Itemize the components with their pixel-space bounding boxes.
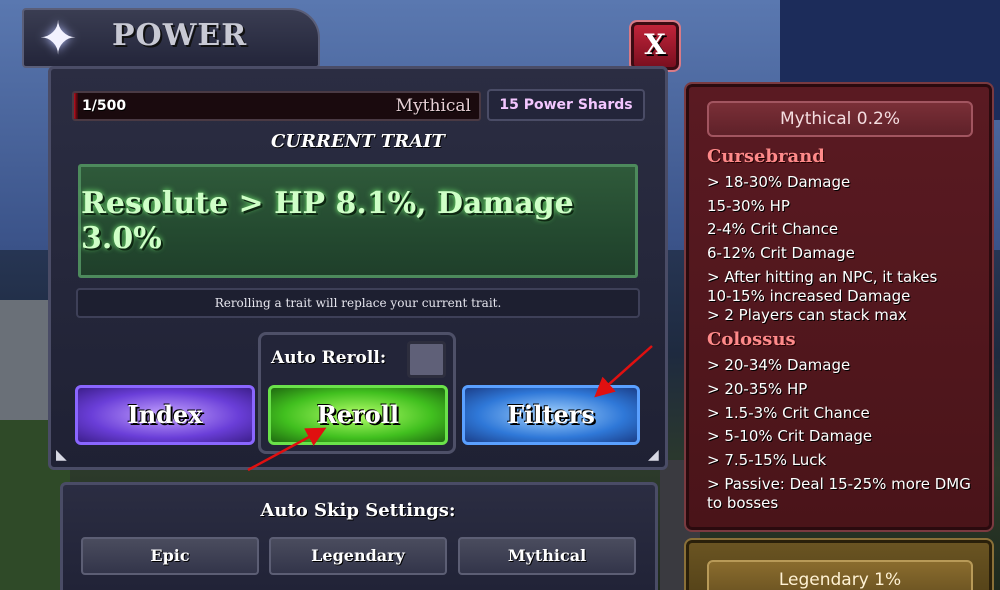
arrow-to-reroll-icon xyxy=(247,427,327,472)
arrow-to-filters-icon xyxy=(594,345,653,398)
annotation-arrows xyxy=(247,345,653,472)
